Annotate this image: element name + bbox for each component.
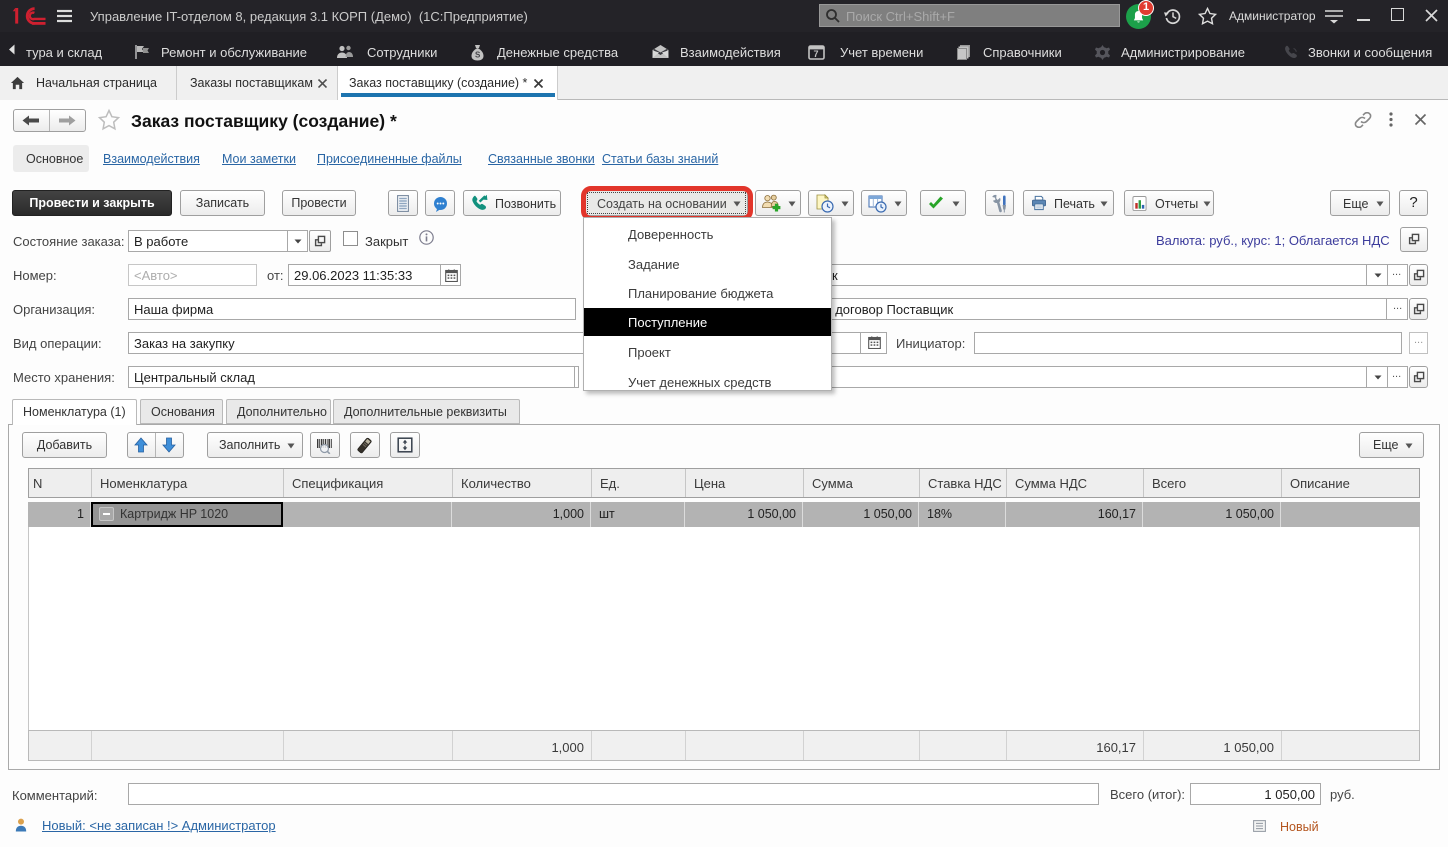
svg-text:S: S bbox=[475, 51, 481, 60]
svg-text:7: 7 bbox=[814, 49, 819, 59]
